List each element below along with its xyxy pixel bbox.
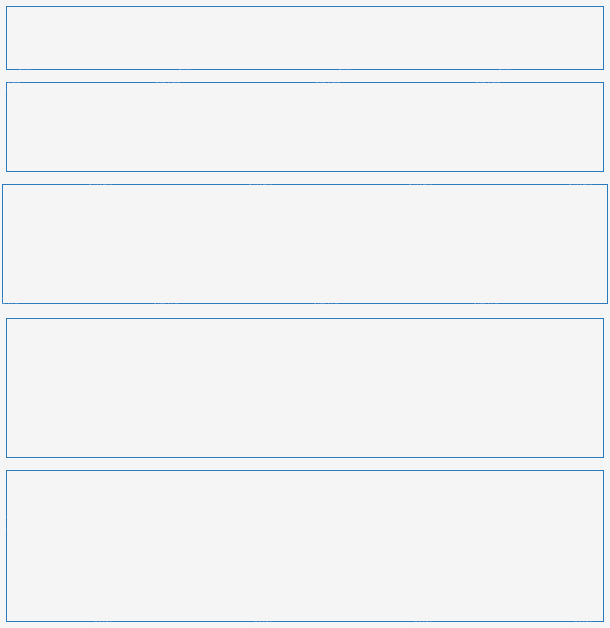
canvas: 新图网新图网新图网新图网新图网新图网新图网新图网新图网新图网新图网新图网新图网新… [0,0,610,628]
frame-box-2 [6,82,604,172]
frame-box-3 [2,184,608,304]
frame-box-1 [6,6,604,70]
frame-box-4 [6,318,604,458]
frame-box-5 [6,470,604,622]
